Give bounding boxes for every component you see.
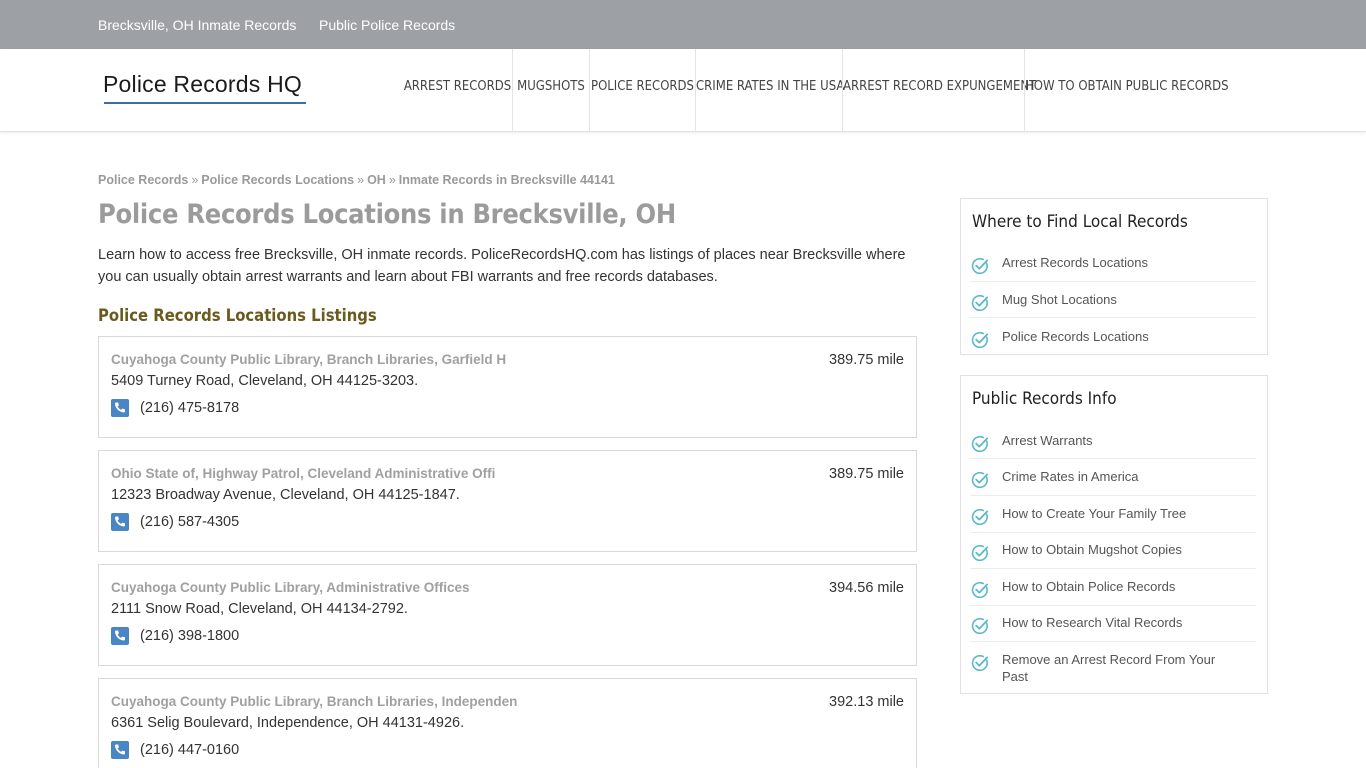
- nav-arrest-records[interactable]: ARREST RECORDS: [403, 49, 512, 132]
- listing-name[interactable]: Cuyahoga County Public Library, Branch L…: [111, 694, 517, 709]
- sidebar-item-remove-arrest-record[interactable]: Remove an Arrest Record From Your Past: [970, 651, 1256, 691]
- listing-address: 6361 Selig Boulevard, Independence, OH 4…: [111, 715, 465, 731]
- phone-icon: [111, 513, 129, 531]
- sidebar-item-family-tree[interactable]: How to Create Your Family Tree: [970, 505, 1256, 533]
- topbar-link-public-police-records[interactable]: Public Police Records: [319, 17, 455, 33]
- listing-card: Cuyahoga County Public Library, Branch L…: [98, 336, 917, 438]
- check-circle-icon: [971, 544, 989, 562]
- phone-icon: [111, 399, 129, 417]
- breadcrumb-separator: »: [388, 173, 396, 187]
- breadcrumb-oh[interactable]: OH: [367, 173, 386, 187]
- topbar-link-inmate-records[interactable]: Brecksville, OH Inmate Records: [98, 17, 296, 33]
- sidebar-widget-public-records-info: Public Records Info Arrest Warrants Crim…: [960, 375, 1268, 694]
- breadcrumb-separator: »: [191, 173, 199, 187]
- listing-phone[interactable]: (216) 475-8178: [140, 400, 239, 416]
- breadcrumb-current: Inmate Records in Brecksville 44141: [398, 173, 615, 187]
- page-title: Police Records Locations in Brecksville,…: [98, 199, 676, 230]
- sidebar-item-label[interactable]: Arrest Warrants: [1002, 432, 1232, 449]
- sidebar-item-arrest-warrants[interactable]: Arrest Warrants: [970, 432, 1256, 459]
- check-circle-icon: [971, 257, 989, 275]
- sidebar-item-mugshot-copies[interactable]: How to Obtain Mugshot Copies: [970, 541, 1256, 569]
- listing-address: 5409 Turney Road, Cleveland, OH 44125-32…: [111, 373, 419, 389]
- breadcrumb-police-records-locations[interactable]: Police Records Locations: [201, 173, 354, 187]
- check-circle-icon: [971, 617, 989, 635]
- sidebar-item-label[interactable]: Police Records Locations: [1002, 328, 1232, 345]
- check-circle-icon: [971, 331, 989, 349]
- listing-name[interactable]: Cuyahoga County Public Library, Branch L…: [111, 352, 506, 367]
- sidebar-item-label[interactable]: Remove an Arrest Record From Your Past: [1002, 651, 1232, 685]
- intro-text: Learn how to access free Brecksville, OH…: [98, 247, 906, 285]
- phone-icon: [111, 741, 129, 759]
- site-header: Police Records HQ ARREST RECORDS MUGSHOT…: [0, 49, 1366, 132]
- sidebar-item-mug-shot-locations[interactable]: Mug Shot Locations: [970, 291, 1256, 318]
- nav-arrest-record-expungement[interactable]: ARREST RECORD EXPUNGEMENT: [843, 49, 1036, 132]
- logo-underline: [104, 102, 306, 104]
- listings-section-title: Police Records Locations Listings: [98, 306, 377, 325]
- listing-distance: 389.75 mile: [829, 352, 904, 368]
- sidebar-item-crime-rates-in-america[interactable]: Crime Rates in America: [970, 468, 1256, 496]
- check-circle-icon: [971, 581, 989, 599]
- sidebar-item-label[interactable]: How to Create Your Family Tree: [1002, 505, 1232, 522]
- breadcrumb-separator: »: [357, 173, 365, 187]
- sidebar-item-police-records-locations[interactable]: Police Records Locations: [970, 328, 1256, 352]
- listing-distance: 389.75 mile: [829, 466, 904, 482]
- check-circle-icon: [971, 294, 989, 312]
- listing-distance: 394.56 mile: [829, 580, 904, 596]
- sidebar-item-label[interactable]: How to Research Vital Records: [1002, 614, 1232, 631]
- site-logo[interactable]: Police Records HQ: [103, 71, 302, 98]
- sidebar-widget-local-records: Where to Find Local Records Arrest Recor…: [960, 198, 1268, 355]
- sidebar-item-arrest-records-locations[interactable]: Arrest Records Locations: [970, 254, 1256, 282]
- sidebar-item-vital-records[interactable]: How to Research Vital Records: [970, 614, 1256, 642]
- listing-card: Ohio State of, Highway Patrol, Cleveland…: [98, 450, 917, 552]
- breadcrumb-police-records[interactable]: Police Records: [98, 173, 188, 187]
- check-circle-icon: [971, 435, 989, 453]
- listing-card: Cuyahoga County Public Library, Administ…: [98, 564, 917, 666]
- nav-crime-rates[interactable]: CRIME RATES IN THE USA: [696, 49, 844, 132]
- phone-icon: [111, 627, 129, 645]
- listing-distance: 392.13 mile: [829, 694, 904, 710]
- listing-name[interactable]: Cuyahoga County Public Library, Administ…: [111, 580, 470, 595]
- listing-phone[interactable]: (216) 398-1800: [140, 628, 239, 644]
- nav-police-records[interactable]: POLICE RECORDS: [590, 49, 695, 132]
- listing-card: Cuyahoga County Public Library, Branch L…: [98, 678, 917, 768]
- breadcrumb: Police Records» Police Records Locations»…: [98, 173, 615, 187]
- listing-address: 12323 Broadway Avenue, Cleveland, OH 441…: [111, 487, 460, 503]
- sidebar-item-label[interactable]: How to Obtain Mugshot Copies: [1002, 541, 1232, 558]
- sidebar-item-label[interactable]: Arrest Records Locations: [1002, 254, 1232, 271]
- listing-name[interactable]: Ohio State of, Highway Patrol, Cleveland…: [111, 466, 495, 481]
- topbar: Brecksville, OH Inmate Records Public Po…: [0, 0, 1366, 49]
- sidebar-item-label[interactable]: Crime Rates in America: [1002, 468, 1232, 485]
- check-circle-icon: [971, 654, 989, 672]
- sidebar-item-label[interactable]: Mug Shot Locations: [1002, 291, 1232, 308]
- check-circle-icon: [971, 471, 989, 489]
- listing-phone[interactable]: (216) 587-4305: [140, 514, 239, 530]
- nav-mugshots[interactable]: MUGSHOTS: [513, 49, 589, 132]
- widget-title: Public Records Info: [972, 389, 1117, 409]
- widget-title: Where to Find Local Records: [972, 212, 1188, 232]
- listing-address: 2111 Snow Road, Cleveland, OH 44134-2792…: [111, 601, 408, 617]
- sidebar-item-label[interactable]: How to Obtain Police Records: [1002, 578, 1232, 595]
- sidebar-item-obtain-police-records[interactable]: How to Obtain Police Records: [970, 578, 1256, 606]
- nav-how-to-obtain-public-records[interactable]: HOW TO OBTAIN PUBLIC RECORDS: [1025, 49, 1229, 132]
- listing-phone[interactable]: (216) 447-0160: [140, 742, 239, 758]
- check-circle-icon: [971, 508, 989, 526]
